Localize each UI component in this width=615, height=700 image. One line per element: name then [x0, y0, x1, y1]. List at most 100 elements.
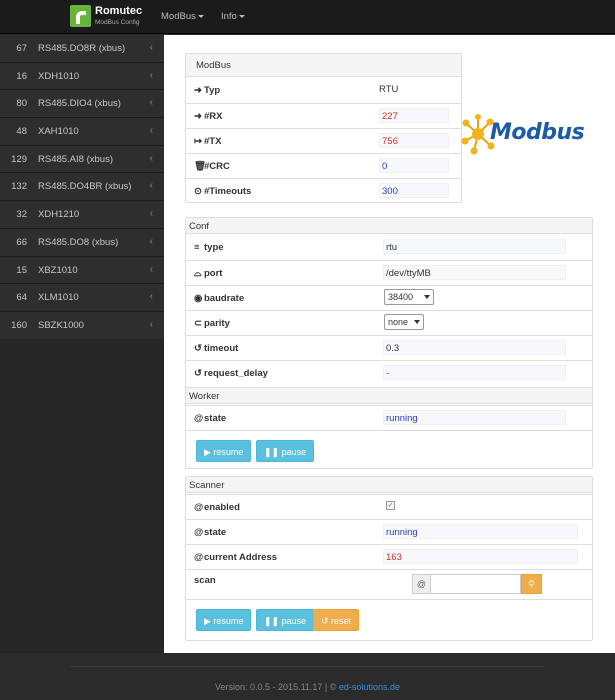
- conf-request-delay-key: ↺ request_delay: [194, 368, 268, 379]
- worker-actions: ▶ resume ❚❚ pause: [186, 430, 592, 470]
- conf-row-port: ⌓ port /dev/ttyMB: [186, 260, 592, 285]
- modbus-tx-key: ↦ #TX: [194, 136, 221, 147]
- sidebar-item-label: XBZ1010: [38, 264, 78, 276]
- hdd-icon: ⌓: [194, 268, 202, 279]
- at-icon: @: [194, 552, 204, 563]
- caret-down-icon: [238, 14, 245, 18]
- toggle-icon: ⊂: [194, 318, 202, 329]
- modbus-typ-label: Typ: [204, 85, 221, 96]
- sidebar-item[interactable]: 129 RS485.AI8 (xbus) ‹: [0, 145, 164, 174]
- sidebar-item-label: XAH1010: [38, 126, 79, 138]
- scanner-scan-button[interactable]: ⚲: [521, 574, 542, 594]
- chevron-left-icon: ‹: [149, 69, 153, 81]
- at-icon: @: [194, 413, 204, 424]
- caret-down-icon: [197, 14, 204, 18]
- sidebar-item-number: 64: [16, 292, 27, 304]
- modbus-timeouts-label: #Timeouts: [204, 186, 252, 197]
- sidebar-item[interactable]: 16 XDH1010 ‹: [0, 62, 164, 91]
- sidebar-item[interactable]: 132 RS485.DO4BR (xbus) ‹: [0, 173, 164, 202]
- chevron-left-icon: ‹: [149, 235, 153, 247]
- worker-pause-button[interactable]: ❚❚ pause: [256, 440, 315, 462]
- scanner-state-label: state: [204, 527, 227, 538]
- nav-menu-modbus[interactable]: ModBus: [161, 11, 204, 22]
- conf-type-key: ≡ type: [194, 242, 224, 253]
- modbus-timeouts-value: 300: [379, 183, 449, 198]
- sidebar-item-label: SBZK1000: [38, 319, 84, 331]
- scanner-enabled-checkbox[interactable]: ✓: [386, 501, 395, 510]
- sidebar-item-number: 16: [16, 70, 27, 82]
- sidebar-item-number: 129: [11, 153, 27, 165]
- sidebar-item[interactable]: 15 XBZ1010 ‹: [0, 256, 164, 285]
- sidebar: 67 RS485.DO8R (xbus) ‹ 16 XDH1010 ‹ 80 RS485.…: [0, 35, 164, 340]
- conf-row-baudrate: ◉ baudrate 38400: [186, 285, 592, 310]
- conf-request-delay-field[interactable]: -: [383, 365, 566, 380]
- brand-title: Romutec: [95, 5, 143, 17]
- footer: Version: 0.0.5 - 2015.11.17 | © ed-solut…: [0, 653, 615, 700]
- scanner-resume-button[interactable]: ▶ resume: [196, 609, 252, 631]
- nav-menu-info-label: Info: [221, 11, 237, 22]
- conf-baudrate-select[interactable]: 38400: [384, 289, 434, 305]
- nav-menu-info[interactable]: Info: [221, 11, 245, 22]
- sidebar-item[interactable]: 48 XAH1010 ‹: [0, 118, 164, 146]
- scanner-panel: Scanner @enabled ✓ @state running @curre…: [185, 476, 593, 641]
- sidebar-item[interactable]: 32 XDH1210 ‹: [0, 201, 164, 229]
- at-icon: @: [194, 502, 204, 513]
- modbus-row-typ: ➜ Typ RTU: [186, 78, 461, 103]
- sidebar-item-label: RS485.DO8 (xbus): [38, 236, 119, 248]
- scanner-actions: ▶ resume ❚❚ pause ↺ reset: [186, 599, 592, 641]
- scanner-address-key: @current Address: [194, 552, 277, 563]
- footer-text: Version: 0.0.5 - 2015.11.17 | © ed-solut…: [0, 682, 615, 692]
- worker-state-key: @state: [194, 413, 226, 424]
- scanner-reset-button[interactable]: ↺ reset: [313, 609, 360, 631]
- chevron-left-icon: ‹: [149, 42, 153, 53]
- play-icon: ▶: [204, 616, 214, 626]
- conf-baudrate-selected: 38400: [388, 292, 414, 302]
- footer-divider: [70, 666, 545, 667]
- scanner-resume-label: resume: [213, 616, 244, 626]
- chevron-left-icon: ‹: [149, 152, 153, 164]
- sidebar-item[interactable]: 66 RS485.DO8 (xbus) ‹: [0, 228, 164, 257]
- sidebar-item-number: 15: [16, 264, 27, 276]
- sidebar-item[interactable]: 67 RS485.DO8R (xbus) ‹: [0, 35, 164, 63]
- modbus-typ-key: ➜ Typ: [194, 85, 220, 96]
- modbus-logo: Modbus: [460, 113, 600, 155]
- chevron-left-icon: ‹: [149, 180, 153, 192]
- sidebar-item-number: 132: [11, 181, 27, 193]
- sidebar-item-label: RS485.DO8R (xbus): [38, 43, 126, 54]
- sidebar-item[interactable]: 80 RS485.DIO4 (xbus) ‹: [0, 90, 164, 119]
- search-icon: ⚲: [528, 579, 535, 589]
- modbus-rx-key: ➜ #RX: [194, 111, 222, 122]
- worker-resume-button[interactable]: ▶ resume: [196, 440, 252, 462]
- conf-timeout-field[interactable]: 0.3: [383, 340, 566, 355]
- sidebar-item[interactable]: 64 XLM1010 ‹: [0, 284, 164, 312]
- sidebar-item[interactable]: 160 SBZK1000 ‹: [0, 311, 164, 340]
- scanner-panel-title: Scanner: [186, 477, 592, 493]
- sidebar-item-label: XDH1010: [38, 70, 80, 82]
- scanner-row-state: @state running: [186, 519, 592, 544]
- scanner-enabled-label: enabled: [204, 502, 240, 513]
- conf-parity-select[interactable]: none: [384, 314, 424, 330]
- footer-link[interactable]: ed-solutions.de: [339, 682, 400, 692]
- modbus-timeouts-key: ⊙ #Timeouts: [194, 186, 251, 197]
- conf-request-delay-label: request_delay: [204, 368, 268, 379]
- scanner-row-address: @current Address 163: [186, 544, 592, 569]
- sign-in-icon: ➜: [194, 111, 202, 122]
- scanner-scan-input[interactable]: [431, 574, 521, 594]
- conf-timeout-key: ↺ timeout: [194, 343, 238, 354]
- sidebar-item-label: RS485.AI8 (xbus): [38, 153, 113, 165]
- sign-out-icon: ↦: [194, 136, 202, 147]
- reset-icon: ↺: [321, 616, 332, 626]
- sidebar-item-number: 48: [16, 126, 27, 138]
- scanner-pause-button[interactable]: ❚❚ pause: [256, 609, 315, 631]
- modbus-logo-text: Modbus: [490, 120, 585, 145]
- conf-port-field[interactable]: /dev/ttyMB: [383, 265, 566, 280]
- dropdown-arrow-icon: [424, 295, 430, 299]
- conf-timeout-label: timeout: [204, 343, 239, 354]
- conf-row-request-delay: ↺ request_delay -: [186, 360, 592, 385]
- worker-row-state: @state running: [186, 405, 592, 430]
- conf-row-parity: ⊂ parity none: [186, 310, 592, 335]
- worker-state-label: state: [204, 413, 227, 424]
- at-icon: @: [194, 527, 204, 538]
- conf-type-field[interactable]: rtu: [383, 239, 566, 254]
- scanner-state-key: @state: [194, 527, 226, 538]
